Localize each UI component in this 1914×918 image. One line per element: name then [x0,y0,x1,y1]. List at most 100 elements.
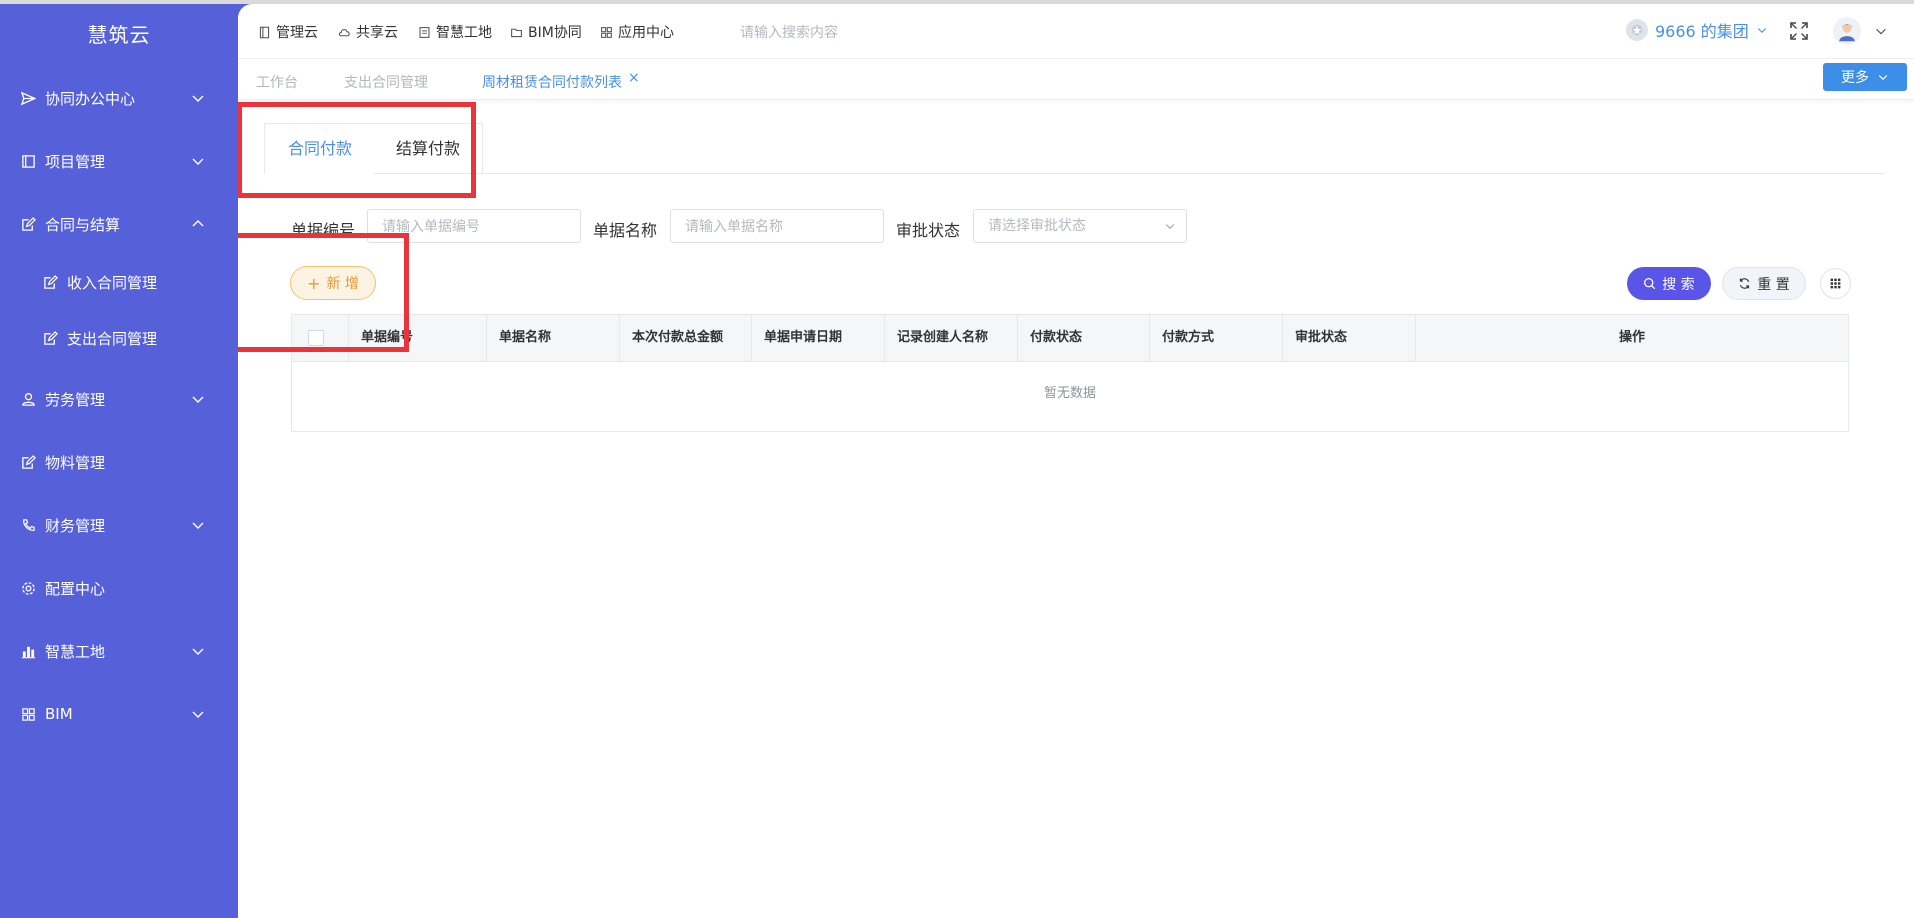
chevron-down-icon [1165,224,1175,229]
sidebar-item-config[interactable]: 配置中心 [0,568,238,608]
nav-share-cloud[interactable]: 共享云 [338,22,398,42]
plus-icon: + [307,273,321,293]
sidebar-item-collab-office[interactable]: 协同办公中心 [0,78,238,118]
column-settings-button[interactable] [1820,268,1851,299]
chevron-down-icon[interactable] [1874,24,1888,38]
fullscreen-icon[interactable] [1788,20,1810,42]
page-tab-rental-payment-list[interactable]: 周材租赁合同付款列表 [482,72,622,92]
tab-contract-payment[interactable]: 合同付款 [264,123,376,174]
doc-name-input[interactable] [670,209,884,243]
chevron-down-icon [192,711,204,718]
more-button[interactable]: 更多 [1823,63,1907,91]
edit-icon [42,330,58,346]
org-switcher[interactable]: 9666 的集团 [1626,18,1768,42]
close-icon[interactable]: × [628,70,640,86]
payment-table: 单据编号 单据名称 本次付款总金额 单据申请日期 记录创建人名称 付款状态 付款… [291,314,1849,432]
nav-label: 应用中心 [618,25,674,41]
user-icon [1839,24,1855,42]
more-label: 更多 [1841,70,1869,86]
page-tab-workbench[interactable]: 工作台 [256,72,298,92]
worker-icon [20,391,36,407]
sidebar-item-label: 协同办公中心 [45,89,136,108]
nav-management-cloud[interactable]: 管理云 [258,22,318,42]
doc-name-label: 单据名称 [593,221,658,240]
chevron-down-icon [1878,75,1888,81]
send-icon [20,90,36,106]
apps-icon [601,26,612,38]
sidebar: 慧筑云 协同办公中心 项目管理 合同与结算 收入合同管理 支出合同管理 劳务管理… [0,4,238,918]
nav-app-center[interactable]: 应用中心 [600,22,674,42]
sidebar-item-bim[interactable]: BIM [0,694,238,734]
column-header: 付款状态 [1017,315,1149,361]
sidebar-item-label: 收入合同管理 [67,273,158,292]
page-icon [419,26,430,38]
column-header: 审批状态 [1282,315,1415,361]
edit-icon [42,274,58,290]
sidebar-item-label: 项目管理 [45,152,106,171]
sidebar-item-contract-settlement[interactable]: 合同与结算 [0,204,238,244]
chevron-up-icon [192,220,204,227]
search-label: 搜 索 [1662,276,1695,293]
page-tab-expense-contract[interactable]: 支出合同管理 [344,72,428,92]
nav-bim-collab[interactable]: BIM协同 [510,22,582,42]
sidebar-item-income-contract[interactable]: 收入合同管理 [0,262,238,302]
tab-settlement-payment[interactable]: 结算付款 [374,123,483,174]
sidebar-item-label: 配置中心 [45,579,106,598]
approval-status-label: 审批状态 [896,221,961,240]
sidebar-item-label: BIM [45,705,73,723]
chevron-down-icon [192,158,204,165]
sidebar-item-label: 财务管理 [45,516,106,535]
main-panel: 管理云 共享云 智慧工地 BIM协同 应用中心 9666 的集团 [238,4,1914,918]
sidebar-item-material[interactable]: 物料管理 [0,442,238,482]
edit-icon [20,216,36,232]
column-header: 本次付款总金额 [619,315,751,361]
empty-state: 暂无数据 [1043,386,1096,401]
chevron-down-icon [192,396,204,403]
sidebar-item-label: 合同与结算 [45,215,121,234]
edit-icon [20,454,36,470]
column-header: 付款方式 [1149,315,1282,361]
sidebar-item-expense-contract[interactable]: 支出合同管理 [0,318,238,358]
nav-smart-site[interactable]: 智慧工地 [418,22,492,42]
sidebar-item-labor[interactable]: 劳务管理 [0,379,238,419]
sidebar-item-finance[interactable]: 财务管理 [0,505,238,545]
global-search-input[interactable] [738,16,962,48]
nav-label: 共享云 [356,25,398,41]
column-header: 记录创建人名称 [884,315,1017,361]
folder-icon [511,28,522,37]
brand-logo: 慧筑云 [87,23,151,47]
chevron-down-icon [192,95,204,102]
chevron-down-icon [192,648,204,655]
doc-no-input[interactable] [367,209,581,243]
grid-icon [20,706,36,722]
sidebar-item-project[interactable]: 项目管理 [0,141,238,181]
user-avatar[interactable] [1833,17,1861,45]
org-logo-icon [1626,19,1648,41]
approval-status-select[interactable]: 请选择审批状态 [973,209,1187,243]
book-icon [20,153,36,169]
column-header: 操作 [1415,315,1848,361]
column-header: 单据名称 [486,315,619,361]
sidebar-item-smart-site[interactable]: 智慧工地 [0,631,238,671]
select-all-checkbox[interactable] [308,330,324,346]
search-button[interactable]: 搜 索 [1627,267,1711,300]
nav-label: BIM协同 [528,25,582,41]
cloud-icon [338,28,350,36]
table-header: 单据编号 单据名称 本次付款总金额 单据申请日期 记录创建人名称 付款状态 付款… [292,315,1848,362]
org-name: 9666 的集团 [1655,22,1749,41]
approval-status-placeholder: 请选择审批状态 [988,218,1086,234]
bar-chart-icon [20,643,36,659]
column-header: 单据申请日期 [751,315,884,361]
column-header: 单据编号 [348,315,486,361]
search-icon [1644,277,1656,290]
reset-label: 重 置 [1757,276,1790,293]
doc-icon [259,26,270,38]
grid-icon [1830,278,1841,289]
refresh-icon [1740,278,1750,289]
nav-label: 管理云 [276,25,318,41]
sidebar-item-label: 支出合同管理 [67,329,158,348]
add-button[interactable]: + 新 增 [290,266,376,300]
reset-button[interactable]: 重 置 [1722,267,1806,300]
nav-label: 智慧工地 [436,25,492,41]
doc-no-label: 单据编号 [291,221,356,240]
